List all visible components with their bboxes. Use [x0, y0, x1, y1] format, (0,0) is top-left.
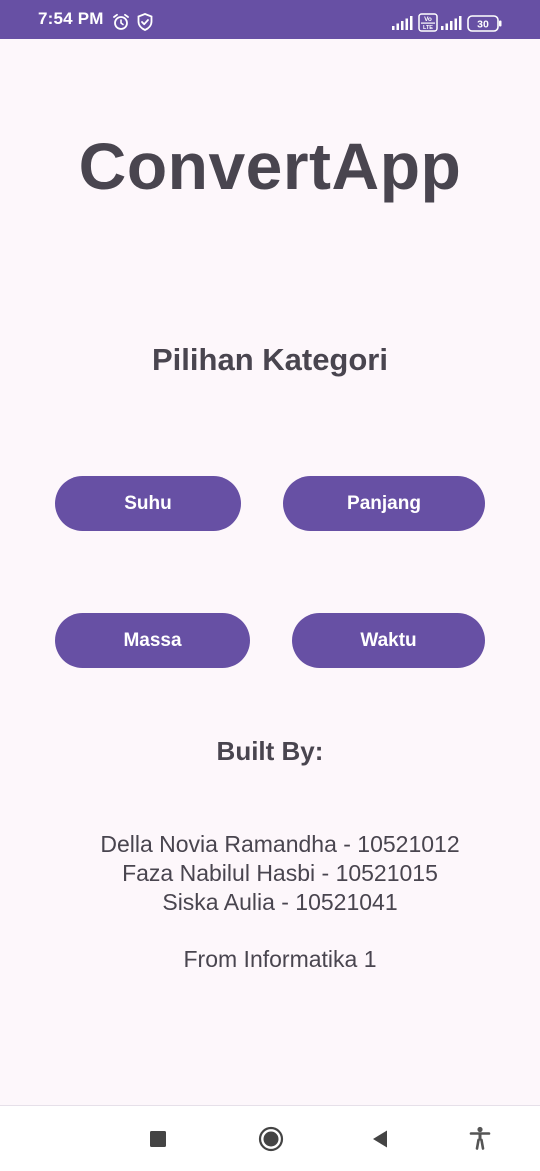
recents-square-icon[interactable] — [149, 1130, 167, 1148]
category-heading: Pilihan Kategori — [152, 342, 388, 377]
battery-icon: 30 — [467, 15, 502, 32]
suhu-button[interactable]: Suhu — [55, 476, 241, 531]
alarm-icon — [113, 13, 129, 30]
member-name: Della Novia Ramandha - 10521012 — [100, 831, 460, 857]
panjang-button[interactable]: Panjang — [283, 476, 485, 531]
massa-button[interactable]: Massa — [55, 613, 250, 668]
signal-icon — [441, 16, 462, 30]
built-by-heading: Built By: — [216, 736, 324, 766]
from-text: From Informatika 1 — [183, 946, 377, 972]
signal-icon — [392, 16, 413, 30]
volte-icon: Vo LTE — [418, 13, 438, 32]
member-name: Siska Aulia - 10521041 — [162, 889, 398, 915]
svg-text:LTE: LTE — [423, 25, 433, 31]
navigation-bar — [0, 1105, 540, 1171]
battery-level: 30 — [477, 19, 489, 31]
back-triangle-icon[interactable] — [371, 1129, 389, 1149]
waktu-button[interactable]: Waktu — [292, 613, 485, 668]
member-name: Faza Nabilul Hasbi - 10521015 — [122, 860, 438, 886]
home-circle-icon[interactable] — [258, 1126, 284, 1152]
svg-text:Vo: Vo — [424, 16, 432, 23]
accessibility-icon[interactable] — [469, 1126, 491, 1150]
shield-icon — [137, 13, 153, 31]
status-bar: 7:54 PM Vo LTE 30 — [0, 0, 540, 39]
member-list: Della Novia Ramandha - 10521012 Faza Nab… — [0, 830, 540, 917]
status-time: 7:54 PM — [38, 9, 104, 28]
app-title: ConvertApp — [78, 129, 462, 203]
